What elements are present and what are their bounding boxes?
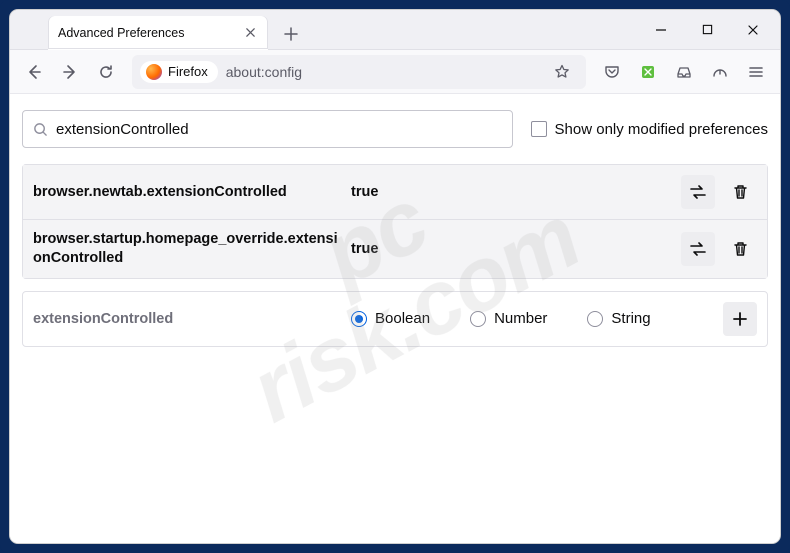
radio-label: Number <box>494 310 547 327</box>
firefox-icon <box>146 64 162 80</box>
add-pref-row: extensionControlled Boolean Number Strin… <box>22 291 768 347</box>
url-bar[interactable]: Firefox about:config <box>132 55 586 89</box>
page-content: Show only modified preferences browser.n… <box>10 94 780 543</box>
search-box[interactable] <box>22 110 513 148</box>
close-icon <box>245 27 256 38</box>
tab-strip: Advanced Preferences <box>10 10 638 49</box>
url-text: about:config <box>226 64 302 80</box>
minimize-icon <box>655 24 667 36</box>
minimize-button[interactable] <box>638 10 684 50</box>
pocket-icon <box>604 64 620 80</box>
checkbox-icon <box>531 121 547 137</box>
plus-icon <box>284 27 298 41</box>
close-tab-button[interactable] <box>242 25 258 41</box>
window-controls <box>638 10 780 50</box>
identity-label: Firefox <box>168 64 208 79</box>
star-icon <box>554 64 570 80</box>
extension-button[interactable] <box>632 56 664 88</box>
nav-toolbar: Firefox about:config <box>10 50 780 94</box>
titlebar: Advanced Preferences <box>10 10 780 50</box>
browser-window: Advanced Preferences <box>10 10 780 543</box>
tab-title: Advanced Preferences <box>58 26 234 40</box>
pref-name: browser.newtab.extensionControlled <box>33 183 343 202</box>
maximize-button[interactable] <box>684 10 730 50</box>
inbox-icon <box>676 64 692 80</box>
puzzle-icon <box>640 64 656 80</box>
search-row: Show only modified preferences <box>22 110 768 148</box>
radio-icon <box>470 311 486 327</box>
pref-row[interactable]: browser.startup.homepage_override.extens… <box>23 220 767 278</box>
toggle-button[interactable] <box>681 232 715 266</box>
delete-button[interactable] <box>723 232 757 266</box>
app-menu-button[interactable] <box>740 56 772 88</box>
reload-button[interactable] <box>90 56 122 88</box>
radio-boolean[interactable]: Boolean <box>351 310 430 327</box>
account-button[interactable] <box>704 56 736 88</box>
add-button[interactable] <box>723 302 757 336</box>
type-radios: Boolean Number String <box>351 310 715 327</box>
toggle-button[interactable] <box>681 175 715 209</box>
plus-icon <box>733 312 747 326</box>
maximize-icon <box>702 24 713 35</box>
tab-advanced-preferences[interactable]: Advanced Preferences <box>48 16 268 50</box>
pref-row[interactable]: browser.newtab.extensionControlled true <box>23 165 767 220</box>
radio-number[interactable]: Number <box>470 310 547 327</box>
trash-icon <box>733 184 748 200</box>
new-tab-button[interactable] <box>276 19 306 49</box>
bookmark-button[interactable] <box>546 56 578 88</box>
search-icon <box>33 122 48 137</box>
show-modified-toggle[interactable]: Show only modified preferences <box>531 121 768 138</box>
search-input[interactable] <box>56 121 502 138</box>
forward-button[interactable] <box>54 56 86 88</box>
new-pref-name: extensionControlled <box>33 311 343 327</box>
radio-icon <box>587 311 603 327</box>
close-button[interactable] <box>730 10 776 50</box>
pref-name: browser.startup.homepage_override.extens… <box>33 230 343 268</box>
preference-list: browser.newtab.extensionControlled true … <box>22 164 768 279</box>
hamburger-icon <box>748 64 764 80</box>
show-modified-label: Show only modified preferences <box>555 121 768 138</box>
toggle-icon <box>689 185 707 199</box>
close-icon <box>747 24 759 36</box>
pocket-button[interactable] <box>596 56 628 88</box>
radio-label: String <box>611 310 650 327</box>
arrow-left-icon <box>26 64 42 80</box>
pref-value: true <box>351 241 673 257</box>
radio-string[interactable]: String <box>587 310 650 327</box>
reload-icon <box>98 64 114 80</box>
inbox-button[interactable] <box>668 56 700 88</box>
trash-icon <box>733 241 748 257</box>
back-button[interactable] <box>18 56 50 88</box>
arrow-right-icon <box>62 64 78 80</box>
radio-label: Boolean <box>375 310 430 327</box>
delete-button[interactable] <box>723 175 757 209</box>
pref-value: true <box>351 184 673 200</box>
toggle-icon <box>689 242 707 256</box>
identity-chip[interactable]: Firefox <box>140 61 218 83</box>
radio-icon <box>351 311 367 327</box>
gauge-icon <box>712 64 728 80</box>
